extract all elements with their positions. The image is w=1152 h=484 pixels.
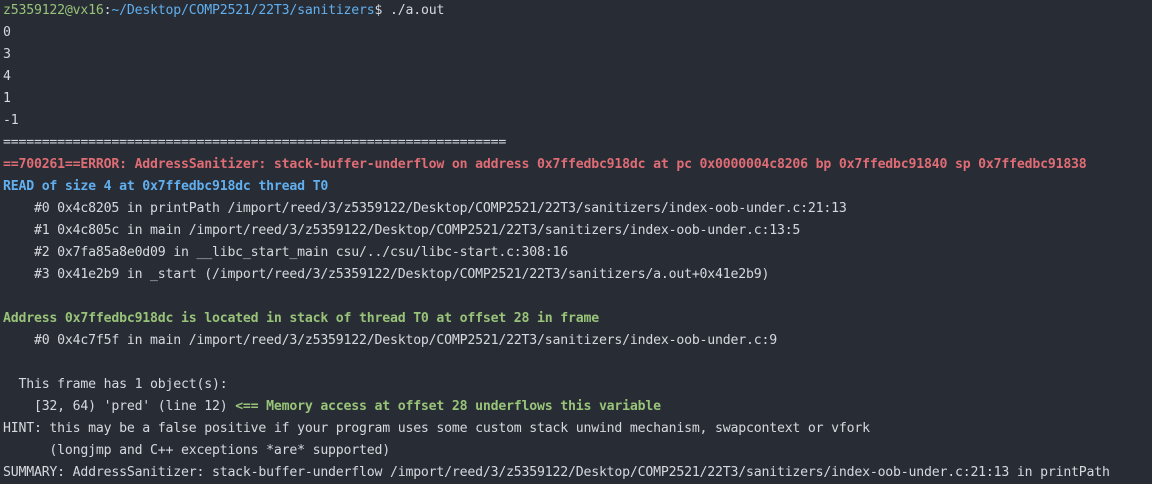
stack-frame-line: #0 0x4c8205 in printPath /import/reed/3/…: [3, 201, 847, 216]
prompt-path: ~/Desktop/COMP2521/22T3/sanitizers: [111, 3, 375, 18]
address-location-line: Address 0x7ffedbc918dc is located in sta…: [3, 311, 599, 326]
output-line: 0: [3, 25, 11, 40]
frame-line: #0 0x4c7f5f in main /import/reed/3/z5359…: [3, 333, 777, 348]
prompt-command: ./a.out: [390, 3, 445, 18]
output-line: 3: [3, 47, 11, 62]
separator-line: ========================================…: [3, 135, 507, 150]
output-line: -1: [3, 113, 19, 128]
stack-frame-line: #2 0x7fa85a8e0d09 in __libc_start_main c…: [3, 245, 568, 260]
output-line: 1: [3, 91, 11, 106]
asan-error-line: ==700261==ERROR: AddressSanitizer: stack…: [3, 157, 1087, 172]
object-note: <== Memory access at offset 28 underflow…: [235, 399, 661, 414]
stack-frame-line: #1 0x4c805c in main /import/reed/3/z5359…: [3, 223, 801, 238]
hint-line: HINT: this may be a false positive if yo…: [3, 421, 870, 436]
terminal-window[interactable]: z5359122@vx16:~/Desktop/COMP2521/22T3/sa…: [0, 0, 1152, 483]
prompt-user-host: z5359122@vx16: [3, 3, 104, 18]
summary-line: SUMMARY: AddressSanitizer: stack-buffer-…: [3, 465, 1110, 480]
frame-objects-line: This frame has 1 object(s):: [3, 377, 228, 392]
output-line: 4: [3, 69, 11, 84]
read-size-line: READ of size 4 at 0x7ffedbc918dc thread …: [3, 179, 329, 194]
stack-frame-line: #3 0x41e2b9 in _start (/import/reed/3/z5…: [3, 267, 770, 282]
object-line: [32, 64) 'pred' (line 12) <== Memory acc…: [3, 396, 1152, 418]
object-descriptor: [32, 64) 'pred' (line 12): [3, 399, 236, 414]
hint-line: (longjmp and C++ exceptions *are* suppor…: [3, 443, 390, 458]
prompt-symbol: $: [374, 3, 391, 18]
prompt-line: z5359122@vx16:~/Desktop/COMP2521/22T3/sa…: [3, 0, 1152, 22]
